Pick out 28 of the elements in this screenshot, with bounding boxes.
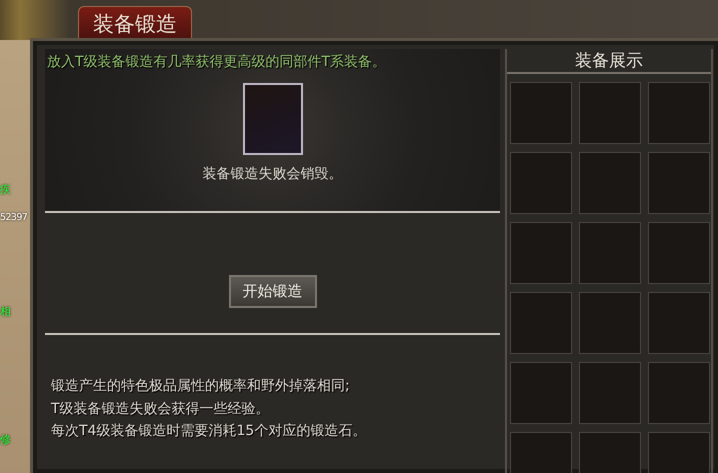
- showcase-slot[interactable]: [648, 222, 710, 284]
- showcase-slot[interactable]: [579, 222, 641, 284]
- scene-name-label: 疾: [0, 182, 11, 197]
- window-title: 装备锻造: [78, 6, 192, 40]
- showcase-title: 装备展示: [507, 49, 711, 74]
- showcase-slot[interactable]: [648, 292, 710, 354]
- showcase-slot[interactable]: [510, 82, 572, 144]
- showcase-slot[interactable]: [510, 292, 572, 354]
- showcase-slot[interactable]: [579, 152, 641, 214]
- showcase-slot[interactable]: [648, 152, 710, 214]
- showcase-slot[interactable]: [579, 362, 641, 424]
- forge-note: T级装备锻造失败会获得一些经验。: [51, 400, 271, 418]
- showcase-slot[interactable]: [510, 362, 572, 424]
- scene-number-label: 52397: [0, 212, 28, 223]
- forge-note: 每次T4级装备锻造时需要消耗15个对应的锻造石。: [51, 422, 368, 441]
- showcase-slot[interactable]: [579, 292, 641, 354]
- forge-hint: 放入T级装备锻造有几率获得更高级的同部件T系装备。: [46, 53, 386, 71]
- showcase-slot[interactable]: [648, 82, 710, 144]
- scene-name-label: 相: [0, 304, 11, 319]
- scene-name-label: 修: [0, 432, 11, 447]
- showcase-slot[interactable]: [648, 362, 710, 424]
- forge-warning: 装备锻造失败会销毁。: [202, 165, 342, 183]
- start-forge-button[interactable]: 开始锻造: [228, 274, 316, 308]
- showcase-slot[interactable]: [579, 82, 641, 144]
- showcase-slot[interactable]: [510, 152, 572, 214]
- equipment-slot[interactable]: [242, 83, 302, 155]
- showcase-slot[interactable]: [510, 222, 572, 284]
- forge-note: 锻造产生的特色极品属性的概率和野外掉落相同;: [51, 377, 351, 396]
